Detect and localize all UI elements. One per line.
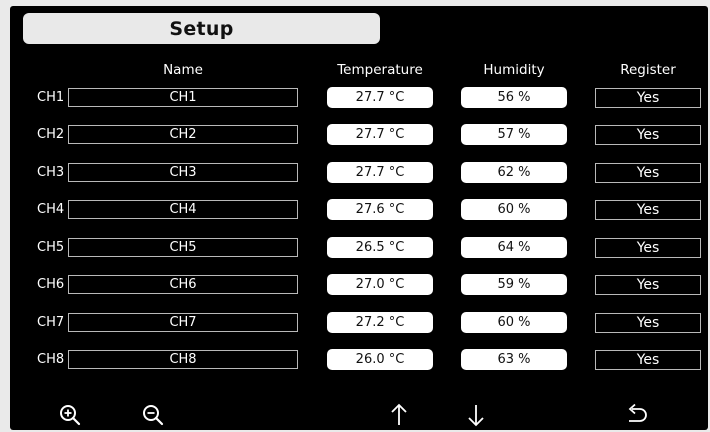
humidity-value: 59 % (461, 274, 567, 295)
channel-label: CH5 (37, 240, 65, 255)
column-header-temperature: Temperature (337, 62, 423, 78)
register-field[interactable]: Yes (595, 163, 701, 183)
zoom-in-button[interactable] (53, 398, 87, 432)
channel-name-field[interactable]: CH4 (68, 200, 298, 219)
channel-label: CH1 (37, 90, 65, 105)
zoom-out-button[interactable] (136, 398, 170, 432)
channel-label: CH2 (37, 127, 65, 142)
humidity-value: 64 % (461, 237, 567, 258)
channel-label: CH8 (37, 352, 65, 367)
channel-name-field[interactable]: CH3 (68, 163, 298, 182)
channel-row: CH7 CH7 27.2 °C 60 % Yes (10, 312, 708, 334)
zoom-in-icon (60, 405, 81, 426)
channel-row: CH8 CH8 26.0 °C 63 % Yes (10, 349, 708, 371)
setup-screen: Setup Name Temperature Humidity Register… (10, 6, 708, 430)
channel-row: CH4 CH4 27.6 °C 60 % Yes (10, 199, 708, 221)
channel-row: CH1 CH1 27.7 °C 56 % Yes (10, 87, 708, 109)
register-field[interactable]: Yes (595, 350, 701, 370)
register-field[interactable]: Yes (595, 275, 701, 295)
channel-label: CH3 (37, 165, 65, 180)
humidity-value: 56 % (461, 87, 567, 108)
channel-label: CH6 (37, 277, 65, 292)
channel-name-field[interactable]: CH6 (68, 275, 298, 294)
back-icon (628, 403, 647, 422)
channel-row: CH3 CH3 27.7 °C 62 % Yes (10, 162, 708, 184)
temperature-value: 26.0 °C (327, 349, 433, 370)
humidity-value: 60 % (461, 312, 567, 333)
channel-row: CH6 CH6 27.0 °C 59 % Yes (10, 274, 708, 296)
channel-row: CH5 CH5 26.5 °C 64 % Yes (10, 237, 708, 259)
channel-name-field[interactable]: CH2 (68, 125, 298, 144)
humidity-value: 60 % (461, 199, 567, 220)
register-field[interactable]: Yes (595, 200, 701, 220)
page-title: Setup (169, 17, 234, 40)
register-field[interactable]: Yes (595, 238, 701, 258)
humidity-value: 63 % (461, 349, 567, 370)
zoom-out-icon (143, 405, 164, 426)
channel-name-field[interactable]: CH8 (68, 350, 298, 369)
temperature-value: 27.0 °C (327, 274, 433, 295)
temperature-value: 27.7 °C (327, 162, 433, 183)
temperature-value: 27.7 °C (327, 124, 433, 145)
temperature-value: 27.7 °C (327, 87, 433, 108)
register-field[interactable]: Yes (595, 88, 701, 108)
register-field[interactable]: Yes (595, 313, 701, 333)
arrow-down-icon (468, 405, 484, 427)
column-header-humidity: Humidity (483, 62, 545, 78)
humidity-value: 62 % (461, 162, 567, 183)
column-header-register: Register (620, 62, 676, 78)
channel-name-field[interactable]: CH1 (68, 88, 298, 107)
arrow-up-icon (391, 403, 407, 425)
column-header-name: Name (163, 62, 203, 78)
temperature-value: 26.5 °C (327, 237, 433, 258)
channel-name-field[interactable]: CH5 (68, 238, 298, 257)
channel-label: CH7 (37, 315, 65, 330)
temperature-value: 27.6 °C (327, 199, 433, 220)
channel-name-field[interactable]: CH7 (68, 313, 298, 332)
temperature-value: 27.2 °C (327, 312, 433, 333)
scroll-down-button[interactable] (459, 398, 493, 432)
back-button[interactable] (620, 398, 654, 432)
humidity-value: 57 % (461, 124, 567, 145)
title-bar: Setup (23, 13, 380, 44)
channel-row: CH2 CH2 27.7 °C 57 % Yes (10, 124, 708, 146)
register-field[interactable]: Yes (595, 125, 701, 145)
channel-label: CH4 (37, 202, 65, 217)
scroll-up-button[interactable] (382, 398, 416, 432)
